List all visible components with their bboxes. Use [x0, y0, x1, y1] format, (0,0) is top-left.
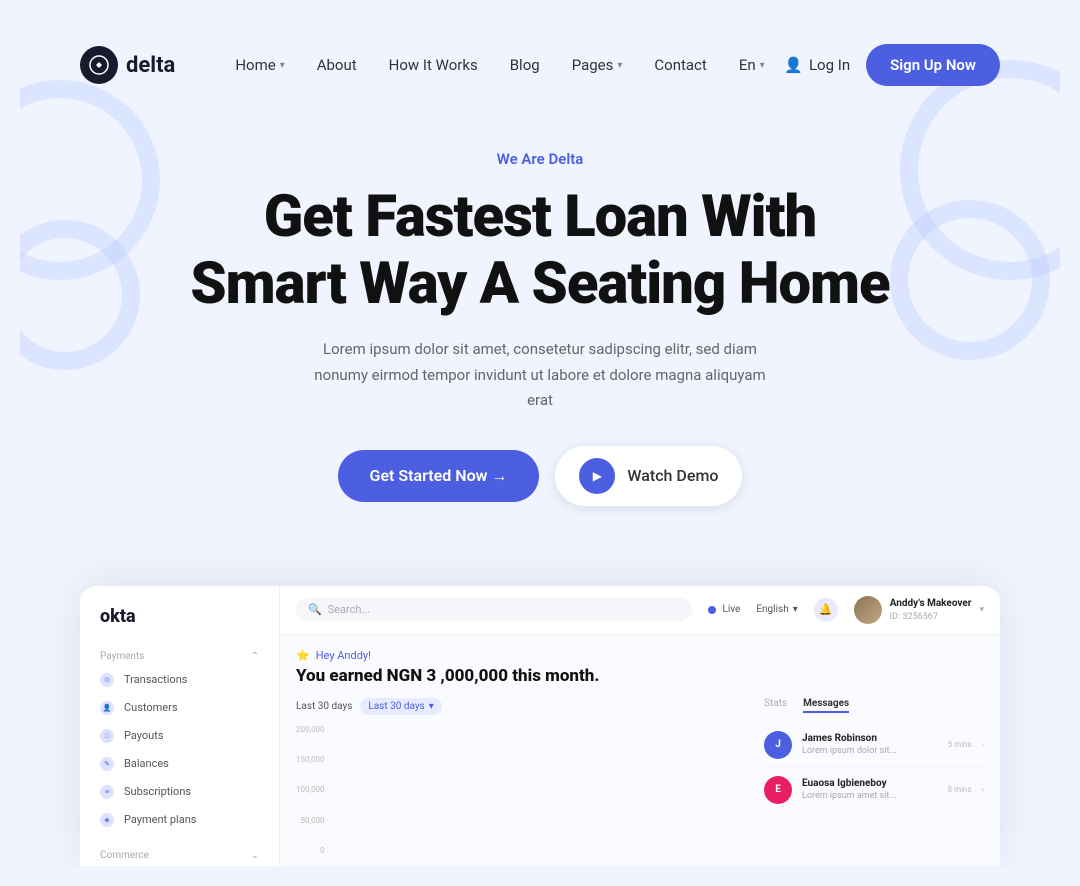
message-text-2: Lorem ipsum amet sit... [802, 791, 932, 801]
expand-icon: ⌃ [251, 651, 259, 662]
chart-y-axis: 200,000 150,000 100,000 50,000 0 [296, 725, 325, 855]
period-selector: Last 30 days Last 30 days ▾ [296, 698, 748, 715]
expand-icon-commerce: ⌄ [251, 850, 259, 861]
logo[interactable]: delta [80, 46, 175, 84]
payments-section-label: Payments ⌃ [80, 643, 279, 666]
sidebar-item-transactions[interactable]: ⊙ Transactions [80, 666, 279, 694]
star-icon: ⭐ [296, 649, 310, 662]
message-item-1[interactable]: J James Robinson Lorem ipsum dolor sit..… [764, 723, 984, 768]
greeting: ⭐ Hey Anddy! [296, 649, 984, 662]
message-info-2: Euaosa Igbieneboy Lorem ipsum amet sit..… [802, 778, 938, 801]
dashboard-inner: okta Payments ⌃ ⊙ Transactions 👤 Custome… [80, 586, 1000, 866]
chevron-down-icon-lang: ▾ [760, 60, 765, 71]
chevron-down-icon: ▾ [280, 60, 285, 71]
play-icon: ▶ [579, 458, 615, 494]
sidebar-item-payment-plans[interactable]: ◈ Payment plans [80, 806, 279, 834]
message-name-1: James Robinson [802, 733, 938, 744]
panel-tabs: Stats Messages [764, 698, 984, 713]
user-icon: 👤 [784, 56, 803, 74]
sidebar-item-payouts[interactable]: □ Payouts [80, 722, 279, 750]
message-info-1: James Robinson Lorem ipsum dolor sit... [802, 733, 938, 756]
message-text-1: Lorem ipsum dolor sit... [802, 746, 932, 756]
dashboard-sidebar: okta Payments ⌃ ⊙ Transactions 👤 Custome… [80, 586, 280, 866]
nav-links: Home ▾ About How It Works Blog Pages ▾ C… [235, 56, 784, 74]
nav-actions: 👤 Log In Sign Up Now [784, 44, 1000, 86]
content-row: Last 30 days Last 30 days ▾ 200,000 150,… [296, 698, 984, 866]
nav-item-contact[interactable]: Contact [654, 56, 706, 74]
chevron-down-icon-pages: ▾ [617, 60, 622, 71]
logo-icon [80, 46, 118, 84]
bar-chart: 200,000 150,000 100,000 50,000 0 [296, 725, 748, 855]
sidebar-item-customers[interactable]: 👤 Customers [80, 694, 279, 722]
nav-item-about[interactable]: About [317, 56, 357, 74]
hero-buttons: Get Started Now → ▶ Watch Demo [80, 446, 1000, 506]
message-name-2: Euaosa Igbieneboy [802, 778, 938, 789]
get-started-button[interactable]: Get Started Now → [338, 450, 540, 502]
earning-text: You earned NGN 3 ,000,000 this month. [296, 666, 984, 686]
chevron-right-icon-1: › [982, 740, 984, 749]
hero-section: We Are Delta Get Fastest Loan With Smart… [20, 110, 1060, 586]
dashboard-preview: okta Payments ⌃ ⊙ Transactions 👤 Custome… [80, 586, 1000, 866]
sidebar-item-balances[interactable]: ✎ Balances [80, 750, 279, 778]
commerce-section-label: Commerce ⌄ [80, 842, 279, 865]
subscriptions-icon: ≡ [100, 785, 114, 799]
signup-button[interactable]: Sign Up Now [866, 44, 1000, 86]
transactions-icon: ⊙ [100, 673, 114, 687]
messages-panel: Stats Messages J James Robinson Lorem ip… [764, 698, 984, 866]
login-button[interactable]: 👤 Log In [784, 56, 850, 74]
dashboard-main: 🔍 Search... Live English ▾ 🔔 [280, 586, 1000, 866]
chevron-right-icon-2: › [982, 785, 984, 794]
message-avatar-1: J [764, 731, 792, 759]
tab-stats[interactable]: Stats [764, 698, 787, 713]
live-indicator: Live [708, 604, 740, 615]
nav-item-blog[interactable]: Blog [510, 56, 540, 74]
user-info: Anddy's Makeover ID: 3256567 [890, 597, 972, 624]
logo-text: delta [126, 53, 175, 78]
chevron-down-icon-period: ▾ [429, 701, 434, 712]
hero-tag: We Are Delta [80, 150, 1000, 168]
tab-messages[interactable]: Messages [803, 698, 849, 713]
chevron-down-icon-user: ▾ [979, 605, 984, 615]
dashboard-search[interactable]: 🔍 Search... [296, 598, 692, 621]
hero-title: Get Fastest Loan With Smart Way A Seatin… [80, 184, 1000, 317]
dashboard-logo: okta [80, 602, 279, 643]
page-wrapper: delta Home ▾ About How It Works Blog Pag… [20, 20, 1060, 866]
notification-bell[interactable]: 🔔 [814, 598, 838, 622]
navbar: delta Home ▾ About How It Works Blog Pag… [20, 20, 1060, 110]
user-profile: Anddy's Makeover ID: 3256567 ▾ [854, 596, 984, 624]
payouts-icon: □ [100, 729, 114, 743]
message-time-1: 5 mins [948, 740, 972, 749]
nav-item-home[interactable]: Home ▾ [235, 56, 284, 74]
nav-item-pages[interactable]: Pages ▾ [572, 56, 623, 74]
nav-item-language[interactable]: En ▾ [739, 56, 765, 74]
user-id: ID: 3256567 [890, 611, 972, 624]
search-icon: 🔍 [308, 603, 322, 616]
avatar [854, 596, 882, 624]
period-pill[interactable]: Last 30 days ▾ [360, 698, 441, 715]
live-dot [708, 606, 716, 614]
chevron-down-icon-lang2: ▾ [793, 604, 798, 615]
message-avatar-2: E [764, 776, 792, 804]
sidebar-item-referrals[interactable]: ✕ Referrals [80, 865, 279, 866]
dashboard-body: ⭐ Hey Anddy! You earned NGN 3 ,000,000 t… [280, 635, 1000, 866]
user-name: Anddy's Makeover [890, 597, 972, 611]
payment-plans-icon: ◈ [100, 813, 114, 827]
message-item-2[interactable]: E Euaosa Igbieneboy Lorem ipsum amet sit… [764, 768, 984, 813]
sidebar-item-subscriptions[interactable]: ≡ Subscriptions [80, 778, 279, 806]
message-time-2: 8 mins [948, 785, 972, 794]
hero-subtitle: Lorem ipsum dolor sit amet, consetetur s… [300, 337, 780, 414]
watch-demo-button[interactable]: ▶ Watch Demo [555, 446, 742, 506]
language-selector[interactable]: English ▾ [756, 604, 797, 615]
balances-icon: ✎ [100, 757, 114, 771]
chart-area: Last 30 days Last 30 days ▾ 200,000 150,… [296, 698, 748, 866]
nav-item-how-it-works[interactable]: How It Works [389, 56, 478, 74]
customers-icon: 👤 [100, 701, 114, 715]
dashboard-topbar: 🔍 Search... Live English ▾ 🔔 [280, 586, 1000, 635]
